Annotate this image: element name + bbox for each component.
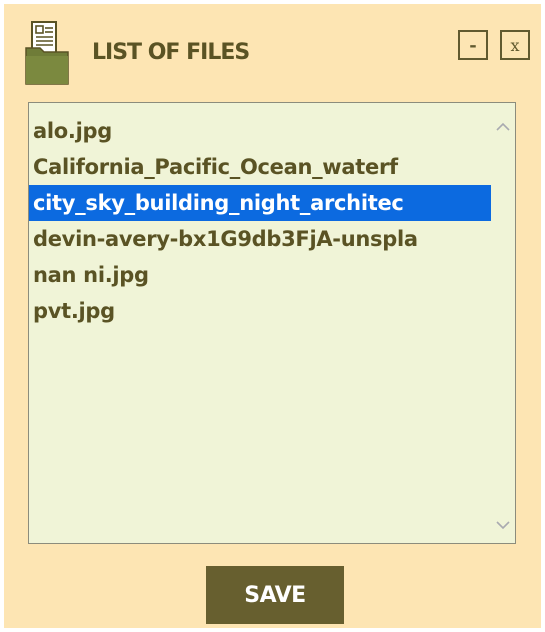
vertical-scrollbar[interactable] xyxy=(491,103,515,543)
file-list: alo.jpg California_Pacific_Ocean_waterf … xyxy=(29,113,491,329)
folder-document-icon xyxy=(24,20,70,86)
chevron-down-icon[interactable] xyxy=(491,513,515,537)
file-listbox[interactable]: alo.jpg California_Pacific_Ocean_waterf … xyxy=(28,102,516,544)
save-button[interactable]: SAVE xyxy=(206,566,344,624)
file-list-item[interactable]: alo.jpg xyxy=(29,113,491,149)
close-button[interactable]: x xyxy=(500,30,530,60)
file-list-item[interactable]: nan ni.jpg xyxy=(29,257,491,293)
file-list-window: LIST OF FILES - x alo.jpg California_Pac… xyxy=(4,4,541,628)
file-list-item[interactable]: city_sky_building_night_architec xyxy=(29,185,491,221)
window-title: LIST OF FILES xyxy=(92,40,250,65)
minimize-button[interactable]: - xyxy=(458,30,488,60)
file-list-item[interactable]: pvt.jpg xyxy=(29,293,491,329)
chevron-up-icon[interactable] xyxy=(491,115,515,139)
file-list-item[interactable]: California_Pacific_Ocean_waterf xyxy=(29,149,491,185)
file-list-item[interactable]: devin-avery-bx1G9db3FjA-unspla xyxy=(29,221,491,257)
